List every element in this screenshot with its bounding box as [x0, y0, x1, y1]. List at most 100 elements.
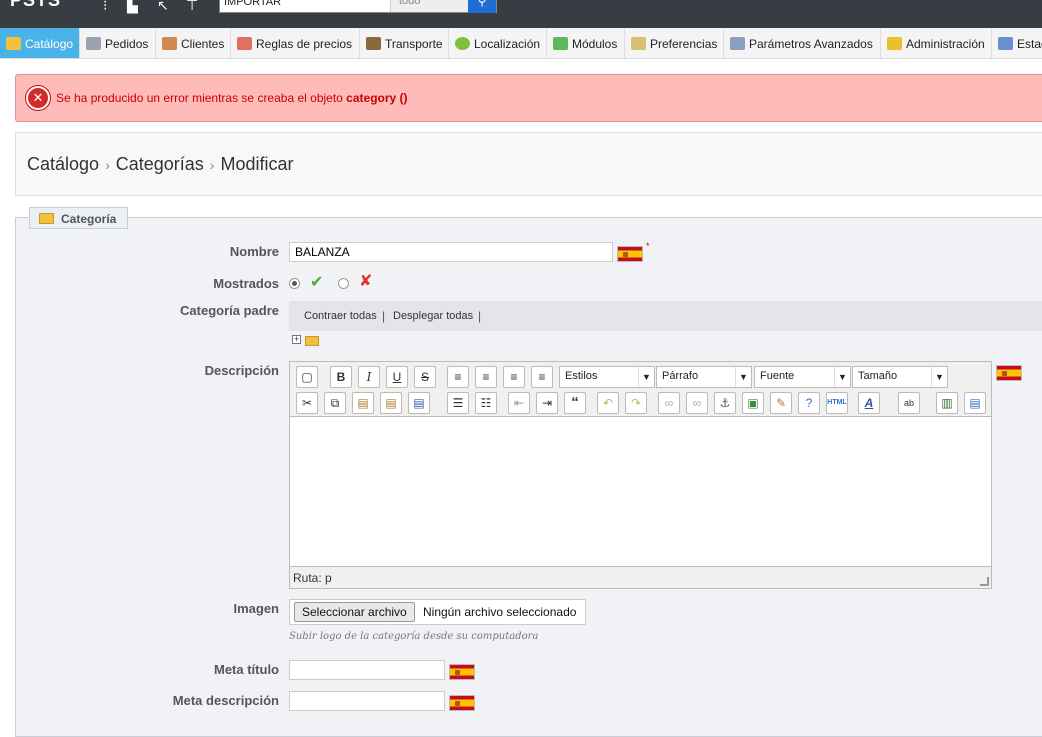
meta-description-input[interactable]	[289, 691, 445, 711]
cart-icon	[86, 37, 101, 50]
nav-item-localizacion[interactable]: Localización	[449, 28, 547, 58]
blockquote-icon[interactable]: “	[564, 392, 586, 414]
displayed-yes-radio[interactable]	[289, 278, 300, 289]
paste-text-icon[interactable]: ▤	[380, 392, 402, 414]
parent-category-label: Categoría padre	[180, 303, 279, 318]
tree-expand-icon[interactable]: +	[292, 335, 301, 344]
nav-item-clientes[interactable]: Clientes	[156, 28, 231, 58]
form-legend: Categoría	[29, 207, 128, 229]
cart-shortcut-icon[interactable]: ⁝	[103, 0, 107, 14]
description-textarea[interactable]	[290, 416, 991, 567]
unlink-icon[interactable]: ∞	[686, 392, 708, 414]
chevron-down-icon: ▼	[735, 367, 751, 387]
bullet-list-icon[interactable]: ☰	[447, 392, 469, 414]
media-icon[interactable]: ▥	[936, 392, 958, 414]
globe-icon	[455, 37, 470, 50]
numbered-list-icon[interactable]: ☷	[475, 392, 497, 414]
new-document-icon[interactable]: ▢	[296, 366, 318, 388]
folder-icon	[6, 37, 21, 50]
key-icon	[887, 37, 902, 50]
category-tree-toolbar: Contraer todas | Desplegar todas |	[289, 301, 1042, 331]
font-select[interactable]: Fuente ▼	[754, 366, 851, 388]
cut-icon[interactable]: ✂	[296, 392, 318, 414]
anchor-icon[interactable]: ⚓	[714, 392, 736, 414]
bold-icon[interactable]: B	[330, 366, 352, 388]
outdent-icon[interactable]: ⇤	[508, 392, 530, 414]
spain-flag-icon[interactable]	[617, 246, 643, 262]
choose-file-button[interactable]: Seleccionar archivo	[294, 602, 415, 622]
name-input[interactable]: BALANZA	[289, 242, 613, 262]
cross-icon: ✘	[359, 273, 373, 290]
resize-handle-icon[interactable]	[980, 577, 989, 586]
wrench-icon	[730, 37, 745, 50]
italic-icon[interactable]: I	[358, 366, 380, 388]
html-source-icon[interactable]: HTML	[826, 392, 848, 414]
pin-shortcut-icon[interactable]: ⊤	[186, 0, 198, 14]
nav-item-pedidos[interactable]: Pedidos	[80, 28, 156, 58]
link-icon[interactable]: ∞	[658, 392, 680, 414]
underline-icon[interactable]: U	[386, 366, 408, 388]
background-color-icon[interactable]: ab	[898, 392, 920, 414]
align-left-icon[interactable]: ≡	[447, 366, 469, 388]
main-nav: Catálogo Pedidos Clientes Reglas de prec…	[0, 28, 1042, 59]
paragraph-select[interactable]: Párrafo ▼	[656, 366, 752, 388]
nav-item-estadisticas[interactable]: Estadísticas	[992, 28, 1042, 58]
displayed-no-radio[interactable]	[338, 278, 349, 289]
spain-flag-icon[interactable]	[449, 664, 475, 680]
nav-item-administracion[interactable]: Administración	[881, 28, 992, 58]
styles-select[interactable]: Estilos ▼	[559, 366, 655, 388]
nav-item-transporte[interactable]: Transporte	[360, 28, 449, 58]
expand-all-link[interactable]: Desplegar todas	[393, 310, 473, 322]
search-button[interactable]: ⚲	[468, 0, 496, 13]
meta-title-label: Meta título	[214, 662, 279, 677]
file-status: Ningún archivo seleccionado	[423, 605, 577, 619]
editor-path: Ruta: p	[293, 571, 332, 585]
indent-icon[interactable]: ⇥	[536, 392, 558, 414]
displayed-label: Mostrados	[213, 276, 279, 291]
nav-item-catalogo[interactable]: Catálogo	[0, 28, 80, 58]
align-right-icon[interactable]: ≡	[503, 366, 525, 388]
folder-icon	[39, 213, 54, 224]
logo: PSTS	[10, 0, 62, 10]
stats-icon	[998, 37, 1013, 50]
breadcrumb-item-catalogo[interactable]: Catálogo	[27, 154, 99, 174]
spain-flag-icon[interactable]	[449, 695, 475, 711]
search-input[interactable]: IMPORTAR	[224, 0, 281, 8]
help-icon[interactable]: ?	[798, 392, 820, 414]
strikethrough-icon[interactable]: S	[414, 366, 436, 388]
puzzle-icon	[553, 37, 568, 50]
redo-icon[interactable]: ↷	[625, 392, 647, 414]
nav-item-parametros-avanzados[interactable]: Parámetros Avanzados	[724, 28, 881, 58]
align-justify-icon[interactable]: ≡	[531, 366, 553, 388]
image-hint: Subir logo de la categoría desde su comp…	[289, 631, 539, 642]
chevron-right-icon: ›	[105, 157, 110, 173]
price-rules-icon	[237, 37, 252, 50]
message-shortcut-icon[interactable]: ↖	[157, 0, 169, 14]
align-center-icon[interactable]: ≡	[475, 366, 497, 388]
required-marker: *	[646, 241, 650, 251]
nav-item-modulos[interactable]: Módulos	[547, 28, 625, 58]
error-object: category ()	[346, 91, 408, 105]
image-icon[interactable]: ▣	[742, 392, 764, 414]
copy-icon[interactable]: ⧉	[324, 392, 346, 414]
cleanup-icon[interactable]: ✎	[770, 392, 792, 414]
user-shortcut-icon[interactable]: ▙	[127, 0, 138, 14]
search-icon: ⚲	[477, 0, 487, 8]
meta-title-input[interactable]	[289, 660, 445, 680]
text-color-icon[interactable]: A	[858, 392, 880, 414]
spain-flag-icon[interactable]	[996, 365, 1022, 381]
paste-word-icon[interactable]: ▤	[408, 392, 430, 414]
breadcrumb-item-categorias[interactable]: Categorías	[116, 154, 204, 174]
fullscreen-icon[interactable]: ▤	[964, 392, 986, 414]
check-icon: ✔	[310, 274, 324, 291]
breadcrumb: Catálogo › Categorías › Modificar	[15, 132, 1042, 196]
size-select[interactable]: Tamaño ▼	[852, 366, 948, 388]
meta-description-label: Meta descripción	[172, 693, 279, 708]
chevron-right-icon: ›	[209, 157, 215, 173]
nav-item-preferencias[interactable]: Preferencias	[625, 28, 724, 58]
undo-icon[interactable]: ↶	[597, 392, 619, 414]
search-scope-select[interactable]: todo	[390, 0, 468, 12]
paste-icon[interactable]: ▤	[352, 392, 374, 414]
collapse-all-link[interactable]: Contraer todas	[304, 310, 377, 322]
nav-item-reglas-precios[interactable]: Reglas de precios	[231, 28, 360, 58]
